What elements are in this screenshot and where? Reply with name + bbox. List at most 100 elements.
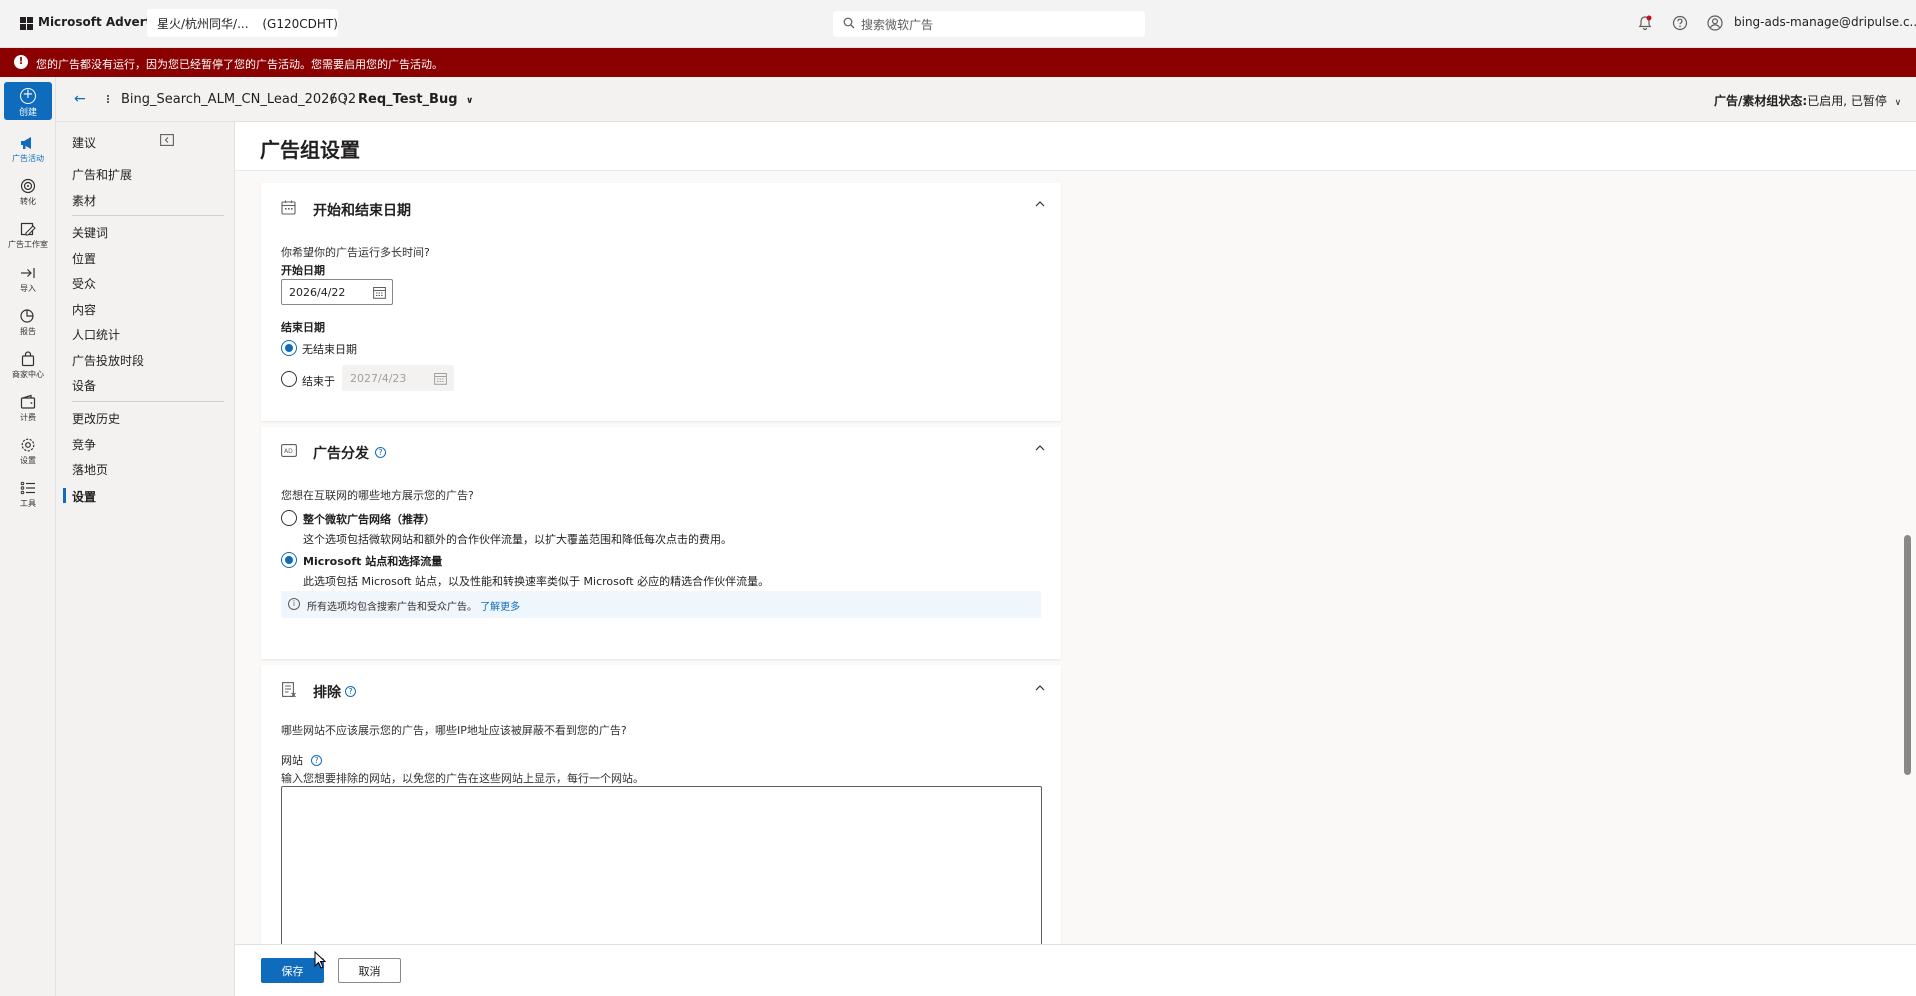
- website-hint: 输入您想要排除的网站，以免您的广告在这些网站上显示，每行一个网站。: [281, 772, 644, 785]
- start-date-input[interactable]: 2026/4/22: [281, 279, 393, 305]
- rail-label: 设置: [20, 456, 36, 465]
- nav-divider: [72, 215, 224, 216]
- account-name: 星火/杭州同华/...: [157, 17, 249, 31]
- tools-list-icon: [20, 481, 35, 495]
- chevron-down-icon: ∨: [466, 96, 474, 106]
- search-input[interactable]: 搜索微软广告: [833, 11, 1145, 37]
- calendar-icon: [434, 373, 447, 385]
- secondary-nav: 建议 广告和扩展 素材 关键词 位置 受众 内容 人口统计 广告投放时段 设备 …: [56, 122, 235, 996]
- rail-item-settings[interactable]: 设置: [0, 435, 56, 475]
- subnav-item-content[interactable]: 内容: [72, 301, 96, 318]
- chevron-up-icon[interactable]: [1033, 197, 1047, 214]
- subnav-item-recommendations[interactable]: 建议: [72, 134, 96, 151]
- start-date-value: 2026/4/22: [289, 286, 346, 299]
- account-picker[interactable]: 星火/杭州同华/... (G120CDHT) ▼: [147, 9, 338, 37]
- account-id: (G120CDHT): [262, 17, 338, 31]
- microsoft-sites-description: 此选项包括 Microsoft 站点，以及性能和转换速率类似于 Microsof…: [303, 575, 770, 588]
- subnav-item-demographics[interactable]: 人口统计: [72, 326, 120, 343]
- chevron-up-icon[interactable]: [1033, 681, 1047, 698]
- rail-item-import[interactable]: 导入: [0, 263, 56, 303]
- end-on-radio[interactable]: [281, 371, 297, 387]
- help-question-icon[interactable]: ?: [345, 686, 356, 697]
- adgroup-name: Req_Test_Bug: [358, 92, 458, 107]
- microsoft-sites-radio[interactable]: [281, 552, 297, 568]
- subnav-item-landing-pages[interactable]: 落地页: [72, 461, 108, 478]
- subnav-item-audiences[interactable]: 受众: [72, 275, 96, 292]
- entire-network-radio[interactable]: [281, 510, 297, 526]
- search-placeholder: 搜索微软广告: [861, 18, 934, 32]
- status-label: 广告/素材组状态:: [1714, 94, 1808, 108]
- svg-text:AD: AD: [284, 448, 293, 455]
- rail-label: 计费: [20, 413, 36, 422]
- start-date-label: 开始日期: [281, 264, 325, 277]
- chevron-down-icon: ∨: [1894, 98, 1902, 108]
- rail-item-ad-studio[interactable]: 广告工作室: [0, 219, 56, 259]
- top-bar: Microsoft Advertising 星火/杭州同华/... (G120C…: [0, 0, 1916, 48]
- subnav-item-ads-extensions[interactable]: 广告和扩展: [72, 166, 132, 183]
- rail-label: 导入: [20, 284, 36, 293]
- vertical-scrollbar[interactable]: [1904, 535, 1911, 775]
- rail-label: 广告活动: [12, 154, 44, 163]
- dates-card-title: 开始和结束日期: [313, 203, 411, 219]
- dates-card: 开始和结束日期 你希望你的广告运行多长时间? 开始日期 2026/4/22 结束…: [261, 183, 1061, 421]
- status-value: 已启用, 已暂停: [1807, 94, 1887, 108]
- microsoft-logo-icon: [20, 17, 33, 30]
- subnav-item-devices[interactable]: 设备: [72, 377, 96, 394]
- rail-label: 商家中心: [12, 370, 44, 379]
- help-icon[interactable]: [1671, 14, 1691, 34]
- create-button[interactable]: + 创建: [4, 82, 52, 120]
- notification-bell-icon[interactable]: [1636, 14, 1656, 34]
- subnav-item-change-history[interactable]: 更改历史: [72, 410, 120, 427]
- end-date-label: 结束日期: [281, 321, 325, 334]
- breadcrumb-adgroup[interactable]: Req_Test_Bug ∨: [358, 92, 473, 107]
- end-on-label: 结束于: [302, 375, 335, 388]
- entire-network-label: 整个微软广告网络（推荐）: [303, 513, 435, 526]
- subnav-item-assets[interactable]: 素材: [72, 192, 96, 209]
- adgroup-status[interactable]: 广告/素材组状态:已启用, 已暂停 ∨: [1714, 92, 1901, 109]
- megaphone-icon: [21, 137, 31, 149]
- subnav-item-settings[interactable]: 设置: [62, 488, 96, 505]
- info-icon: i: [288, 598, 300, 610]
- back-arrow-icon[interactable]: ←: [74, 91, 86, 107]
- end-date-input: 2027/4/23: [342, 365, 454, 391]
- user-email[interactable]: bing-ads-manage@dripulse.c...: [1734, 15, 1916, 29]
- wallet-icon: [20, 394, 36, 409]
- subnav-item-keywords[interactable]: 关键词: [72, 224, 108, 241]
- mouse-cursor-icon: [314, 950, 327, 972]
- subnav-item-competition[interactable]: 竞争: [72, 436, 96, 453]
- rail-item-conversions[interactable]: 转化: [0, 176, 56, 216]
- info-message: i 所有选项均包含搜索广告和受众广告。 了解更多: [281, 591, 1041, 618]
- user-avatar-icon[interactable]: [1706, 14, 1726, 34]
- learn-more-link[interactable]: 了解更多: [480, 602, 520, 613]
- no-end-date-radio[interactable]: [281, 340, 297, 356]
- page-title: 广告组设置: [260, 138, 360, 162]
- nav-divider: [72, 401, 224, 402]
- help-question-icon[interactable]: ?: [375, 447, 386, 458]
- left-rail: + 创建 广告活动 转化 广告工作室 导入 报告 商家中心 计费 设置 工具: [0, 77, 56, 996]
- calendar-icon[interactable]: [373, 286, 386, 299]
- chevron-up-icon[interactable]: [1033, 441, 1047, 458]
- cancel-button[interactable]: 取消: [338, 958, 401, 983]
- rail-item-tools[interactable]: 工具: [0, 478, 56, 518]
- subnav-item-ad-schedule[interactable]: 广告投放时段: [72, 352, 144, 369]
- target-icon: [20, 178, 36, 194]
- scroll-area[interactable]: 开始和结束日期 你希望你的广告运行多长时间? 开始日期 2026/4/22 结束…: [235, 171, 1916, 945]
- shopping-bag-icon: [21, 351, 35, 367]
- paused-warning-banner: ! 您的广告都没有运行，因为您已经暂停了您的广告活动。您需要启用您的广告活动。: [0, 48, 1916, 77]
- exclusions-question: 哪些网站不应该展示您的广告，哪些IP地址应该被屏蔽不看到您的广告?: [281, 724, 627, 737]
- search-icon: [843, 17, 855, 29]
- breadcrumb-campaign[interactable]: Bing_Search_ALM_CN_Lead_2026Q2: [121, 92, 356, 107]
- rail-item-campaigns[interactable]: 广告活动: [0, 133, 56, 173]
- help-question-icon[interactable]: ?: [311, 755, 322, 766]
- adgroup-type-icon: [344, 95, 347, 103]
- exclusion-list-icon: [281, 682, 297, 701]
- rail-item-merchant-center[interactable]: 商家中心: [0, 349, 56, 389]
- campaign-type-icon: [107, 95, 110, 103]
- collapse-panel-icon[interactable]: [160, 134, 174, 149]
- rail-item-billing[interactable]: 计费: [0, 392, 56, 432]
- rail-item-reports[interactable]: 报告: [0, 306, 56, 346]
- import-arrow-icon: [21, 268, 35, 278]
- excluded-websites-textarea[interactable]: [281, 786, 1042, 945]
- app-window: Microsoft Advertising 星火/杭州同华/... (G120C…: [0, 0, 1916, 996]
- subnav-item-locations[interactable]: 位置: [72, 250, 96, 267]
